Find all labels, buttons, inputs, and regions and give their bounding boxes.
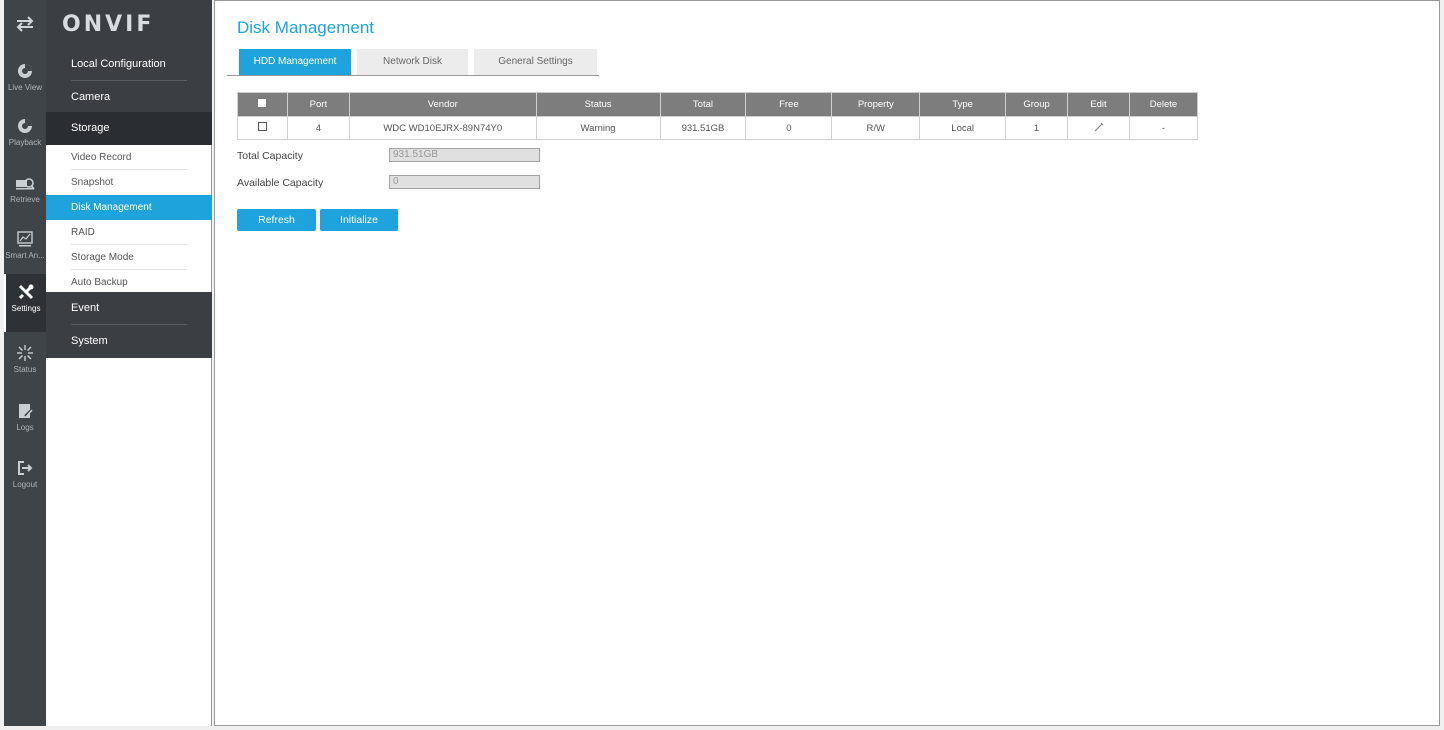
rail-label: Playback: [8, 138, 42, 147]
page-title: Disk Management: [237, 18, 375, 37]
rail-label: Status: [13, 365, 37, 374]
menu-video-record[interactable]: Video Record: [46, 145, 212, 170]
rail-label: Live View: [7, 83, 43, 92]
menu-camera[interactable]: Camera: [46, 81, 212, 114]
menu-snapshot[interactable]: Snapshot: [46, 170, 212, 195]
rail-playback[interactable]: Playback: [4, 113, 46, 171]
cell-group: 1: [1005, 116, 1069, 140]
retrieve-icon: [16, 178, 35, 190]
menu-event[interactable]: Event: [46, 292, 212, 325]
status-icon: [17, 345, 33, 361]
settings-tools-icon: [18, 284, 34, 300]
menu-label: Storage: [71, 122, 110, 134]
swap-arrows-icon[interactable]: [4, 0, 46, 48]
total-capacity-field: 931.51GB: [389, 148, 540, 162]
table-header-row: Port Vendor Status Total Free Property T…: [237, 92, 1199, 117]
logo-text: ONVIF: [62, 11, 155, 37]
rail-label: Logout: [12, 480, 38, 489]
menu-label: Snapshot: [71, 177, 114, 188]
smart-analysis-icon: [17, 231, 33, 247]
cell-total: 931.51GB: [659, 116, 747, 140]
rail-label: Logs: [16, 423, 34, 432]
logs-icon: [19, 404, 33, 418]
col-vendor: Vendor: [348, 92, 537, 117]
live-view-icon: [18, 64, 32, 78]
rail-logout[interactable]: Logout: [4, 455, 46, 513]
available-capacity-field: 0: [389, 175, 540, 189]
menu-storage[interactable]: Storage: [46, 112, 212, 145]
logout-icon: [18, 461, 33, 475]
col-port: Port: [286, 92, 350, 117]
total-capacity-label: Total Capacity: [237, 150, 303, 162]
rail-logs[interactable]: Logs: [4, 398, 46, 456]
tab-general-settings[interactable]: General Settings: [474, 49, 597, 75]
col-property: Property: [831, 92, 921, 117]
select-all-checkbox[interactable]: [237, 92, 288, 117]
playback-icon: [18, 119, 32, 133]
rail-settings[interactable]: Settings: [4, 274, 46, 332]
menu-label: Storage Mode: [71, 252, 134, 263]
cell-port: 4: [286, 116, 350, 140]
icon-rail: Live View Playback Retrieve Smart An... …: [4, 0, 46, 726]
col-edit: Edit: [1067, 92, 1130, 117]
app-window: Live View Playback Retrieve Smart An... …: [0, 0, 1444, 730]
main-panel: Disk Management HDD Management Network D…: [214, 0, 1440, 726]
available-capacity-label: Available Capacity: [237, 177, 324, 189]
rail-live-view[interactable]: Live View: [4, 58, 46, 116]
tab-bar: HDD Management Network Disk General Sett…: [227, 49, 599, 76]
rail-label: Retrieve: [10, 195, 40, 204]
rail-label: Settings: [11, 304, 41, 313]
edit-button[interactable]: [1067, 116, 1130, 140]
pencil-icon: [1094, 122, 1103, 131]
rail-retrieve[interactable]: Retrieve: [4, 170, 46, 228]
menu-system[interactable]: System: [46, 325, 212, 358]
settings-menu: ONVIF Local Configuration Camera Storage…: [46, 0, 212, 726]
col-status: Status: [535, 92, 661, 117]
col-total: Total: [659, 92, 747, 117]
cell-property: R/W: [831, 116, 921, 140]
rail-label: Smart An...: [5, 251, 45, 260]
col-free: Free: [745, 92, 833, 117]
menu-local-configuration[interactable]: Local Configuration: [46, 48, 212, 81]
cell-status: Warning: [535, 116, 661, 140]
menu-label: Auto Backup: [71, 277, 128, 288]
menu-label: System: [71, 335, 108, 347]
refresh-button[interactable]: Refresh: [237, 209, 316, 231]
row-checkbox[interactable]: [237, 116, 288, 140]
col-type: Type: [919, 92, 1007, 117]
cell-type: Local: [919, 116, 1007, 140]
menu-label: Video Record: [71, 152, 132, 163]
menu-label: RAID: [71, 227, 95, 238]
menu-label: Camera: [71, 91, 111, 103]
hdd-table: Port Vendor Status Total Free Property T…: [237, 92, 1199, 140]
menu-disk-management[interactable]: Disk Management: [46, 195, 212, 220]
menu-label: Event: [71, 302, 100, 314]
col-delete: Delete: [1128, 92, 1199, 117]
cell-free: 0: [745, 116, 833, 140]
cell-vendor: WDC WD10EJRX-89N74Y0: [348, 116, 537, 140]
tab-hdd-management[interactable]: HDD Management: [239, 49, 351, 75]
menu-label: Local Configuration: [71, 58, 166, 70]
menu-label: Disk Management: [71, 202, 152, 213]
menu-storage-mode[interactable]: Storage Mode: [46, 245, 212, 270]
logo: ONVIF: [46, 0, 212, 48]
initialize-button[interactable]: Initialize: [320, 209, 398, 231]
table-row: 4 WDC WD10EJRX-89N74Y0 Warning 931.51GB …: [237, 116, 1199, 140]
cell-delete[interactable]: -: [1128, 116, 1199, 140]
col-group: Group: [1005, 92, 1069, 117]
menu-raid[interactable]: RAID: [46, 220, 212, 245]
rail-status[interactable]: Status: [4, 340, 46, 398]
tab-network-disk[interactable]: Network Disk: [357, 49, 468, 75]
